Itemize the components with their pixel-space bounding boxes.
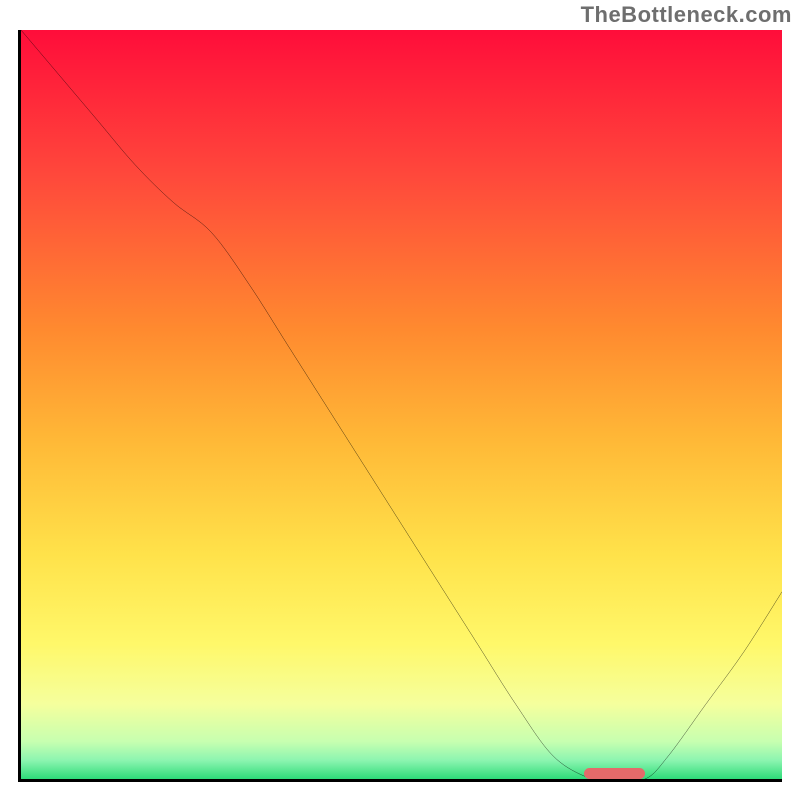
watermark-text: TheBottleneck.com [581,2,792,28]
bottleneck-curve [21,30,782,779]
chart-frame: TheBottleneck.com [0,0,800,800]
plot-area [18,30,782,782]
optimum-marker [584,768,645,779]
